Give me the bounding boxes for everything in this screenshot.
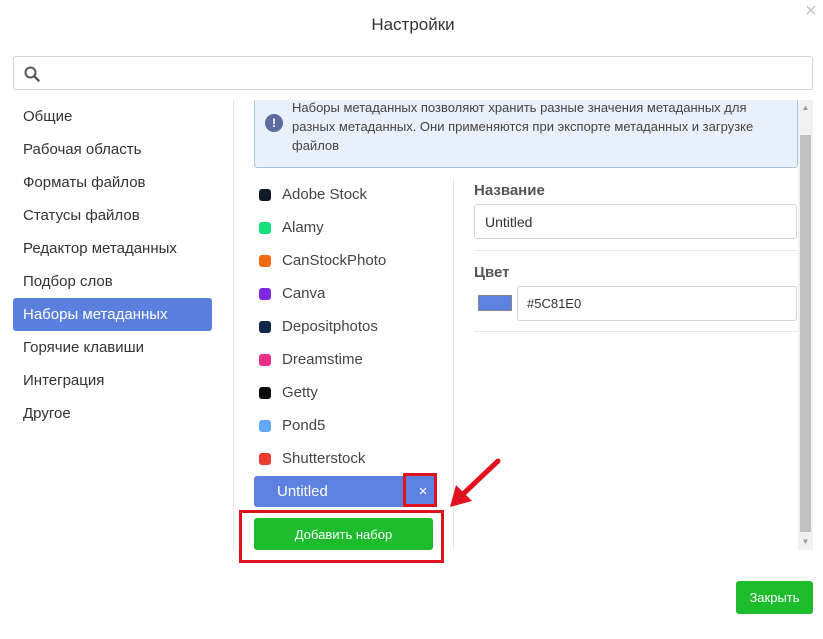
color-hex-field[interactable]	[517, 286, 797, 321]
divider	[474, 250, 798, 251]
color-dot	[259, 452, 271, 465]
annotation-highlight-remove	[403, 473, 437, 507]
set-item-label: Dreamstime	[282, 351, 363, 368]
set-item-getty[interactable]: Getty	[254, 376, 437, 409]
set-item-label: Shutterstock	[282, 450, 366, 467]
sidebar-item-general[interactable]: Общие	[13, 100, 212, 133]
name-label: Название	[474, 182, 545, 199]
color-dot	[259, 188, 271, 201]
sidebar-item-word-selection[interactable]: Подбор слов	[13, 265, 212, 298]
sidebar: Общие Рабочая область Форматы файлов Ста…	[13, 100, 212, 430]
sidebar-item-hotkeys[interactable]: Горячие клавиши	[13, 331, 212, 364]
close-button[interactable]: Закрыть	[736, 581, 813, 614]
dialog-title: Настройки	[371, 15, 455, 34]
color-swatch[interactable]	[478, 295, 512, 311]
annotation-highlight-add	[239, 510, 444, 563]
color-dot	[259, 320, 271, 333]
set-item-depositphotos[interactable]: Depositphotos	[254, 310, 437, 343]
red-arrow-icon	[450, 458, 501, 507]
set-item-pond5[interactable]: Pond5	[254, 409, 437, 442]
scroll-thumb[interactable]	[800, 135, 811, 532]
sidebar-item-integration[interactable]: Интеграция	[13, 364, 212, 397]
color-dot	[259, 221, 271, 234]
set-item-alamy[interactable]: Alamy	[254, 211, 437, 244]
set-item-label: CanStockPhoto	[282, 252, 387, 269]
color-dot	[259, 353, 271, 366]
sidebar-item-file-formats[interactable]: Форматы файлов	[13, 166, 212, 199]
color-dot	[259, 254, 271, 267]
close-icon[interactable]: ✕	[803, 4, 819, 20]
set-item-canstockphoto[interactable]: CanStockPhoto	[254, 244, 437, 277]
set-item-label: Canva	[282, 285, 326, 302]
set-item-canva[interactable]: Canva	[254, 277, 437, 310]
set-item-label: Untitled	[277, 483, 328, 500]
set-item-adobe-stock[interactable]: Adobe Stock	[254, 178, 437, 211]
sidebar-item-workspace[interactable]: Рабочая область	[13, 133, 212, 166]
metadata-sets-list: Adobe Stock Alamy CanStockPhoto Canva De…	[254, 178, 437, 507]
scroll-down-arrow-icon[interactable]: ▼	[798, 536, 813, 548]
sidebar-item-metadata-editor[interactable]: Редактор метаданных	[13, 232, 212, 265]
sidebar-item-metadata-sets[interactable]: Наборы метаданных	[13, 298, 212, 331]
color-dot	[259, 386, 271, 399]
search-icon	[24, 66, 40, 82]
set-item-label: Depositphotos	[282, 318, 378, 335]
info-text: Наборы метаданных позволяют хранить разн…	[292, 100, 754, 153]
search-box[interactable]	[13, 56, 813, 90]
color-dot	[259, 419, 271, 432]
set-item-label: Pond5	[282, 417, 326, 434]
set-item-dreamstime[interactable]: Dreamstime	[254, 343, 437, 376]
color-dot	[259, 287, 271, 300]
search-input[interactable]	[48, 57, 808, 89]
content-panel: ! Наборы метаданных позволяют хранить ра…	[233, 100, 813, 550]
scroll-up-arrow-icon[interactable]: ▲	[798, 102, 813, 114]
sidebar-item-other[interactable]: Другое	[13, 397, 212, 430]
sidebar-item-file-statuses[interactable]: Статусы файлов	[13, 199, 212, 232]
exclamation-icon: !	[265, 114, 283, 132]
divider	[474, 331, 798, 332]
set-item-shutterstock[interactable]: Shutterstock	[254, 442, 437, 475]
set-item-label: Adobe Stock	[282, 186, 368, 203]
set-item-label: Alamy	[282, 219, 324, 236]
name-field[interactable]	[474, 204, 797, 239]
info-alert: ! Наборы метаданных позволяют хранить ра…	[254, 100, 798, 168]
set-item-label: Getty	[282, 384, 318, 401]
color-label: Цвет	[474, 264, 510, 281]
scrollbar[interactable]: ▲ ▼	[798, 100, 813, 550]
